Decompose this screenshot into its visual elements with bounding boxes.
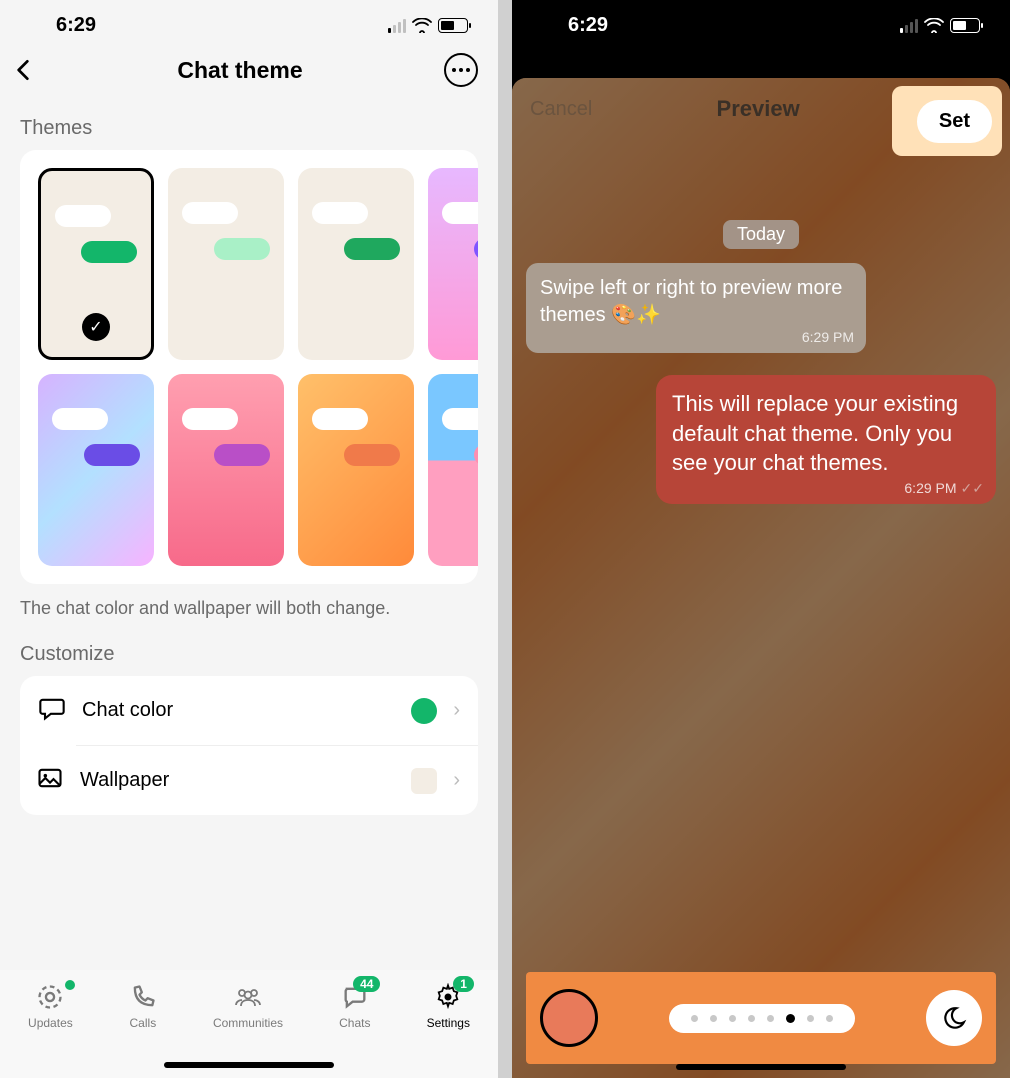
updates-icon xyxy=(36,982,64,1012)
theme-option[interactable] xyxy=(298,374,414,566)
preview-title: Preview xyxy=(717,96,800,122)
more-button[interactable] xyxy=(444,53,478,87)
chevron-right-icon: › xyxy=(453,769,460,792)
preview-sheet: Cancel Preview Set Today Swipe left or r… xyxy=(512,78,1010,1078)
read-ticks-icon: ✓✓ xyxy=(961,479,984,498)
set-button[interactable]: Set xyxy=(917,100,992,143)
calls-icon xyxy=(129,982,157,1012)
status-bar: 6:29 xyxy=(0,0,498,45)
chat-color-row[interactable]: Chat color › xyxy=(20,676,478,745)
chat-color-label: Chat color xyxy=(82,699,395,722)
chat-color-preview xyxy=(411,698,437,724)
battery-icon xyxy=(950,18,980,33)
date-divider: Today xyxy=(723,220,799,249)
check-icon: ✓ xyxy=(82,313,110,341)
signal-icon xyxy=(900,19,918,33)
dark-mode-toggle[interactable] xyxy=(926,990,982,1046)
signal-icon xyxy=(388,19,406,33)
status-bar: 6:29 xyxy=(512,0,1010,45)
battery-icon xyxy=(438,18,468,33)
page-title: Chat theme xyxy=(36,57,444,84)
tab-chats[interactable]: 44 Chats xyxy=(339,982,370,1078)
outgoing-message: This will replace your existing default … xyxy=(656,375,996,504)
tab-settings[interactable]: 1 Settings xyxy=(427,982,470,1078)
theme-option[interactable] xyxy=(168,374,284,566)
preview-controls xyxy=(526,972,996,1064)
theme-option[interactable] xyxy=(428,168,478,360)
status-time: 6:29 xyxy=(56,14,96,37)
message-text: Swipe left or right to preview more them… xyxy=(540,277,842,326)
themes-hint: The chat color and wallpaper will both c… xyxy=(0,584,498,637)
wallpaper-icon xyxy=(36,764,64,797)
theme-option[interactable] xyxy=(38,374,154,566)
tab-updates[interactable]: Updates xyxy=(28,982,73,1078)
wallpaper-row[interactable]: Wallpaper › xyxy=(76,745,478,815)
update-dot xyxy=(65,980,75,990)
chevron-right-icon: › xyxy=(453,699,460,722)
header: Chat theme xyxy=(0,45,498,101)
incoming-message: Swipe left or right to preview more them… xyxy=(526,263,866,353)
theme-pager[interactable] xyxy=(669,1004,855,1033)
home-indicator xyxy=(164,1062,334,1068)
chat-preview[interactable]: Today Swipe left or right to preview mor… xyxy=(512,140,1010,504)
communities-icon xyxy=(233,982,263,1012)
back-button[interactable] xyxy=(10,57,36,83)
home-indicator xyxy=(676,1064,846,1070)
status-indicators xyxy=(900,18,980,33)
theme-option[interactable] xyxy=(168,168,284,360)
chats-badge: 44 xyxy=(353,976,380,992)
status-indicators xyxy=(388,18,468,33)
wifi-icon xyxy=(924,18,944,33)
wifi-icon xyxy=(412,18,432,33)
message-time: 6:29 PM xyxy=(802,328,854,347)
message-time: 6:29 PM ✓✓ xyxy=(904,479,984,498)
tab-calls[interactable]: Calls xyxy=(129,982,157,1078)
themes-grid: ✓ xyxy=(20,150,478,584)
wallpaper-label: Wallpaper xyxy=(80,769,395,792)
theme-color-indicator[interactable] xyxy=(540,989,598,1047)
theme-option[interactable]: ✓ xyxy=(38,168,154,360)
settings-badge: 1 xyxy=(453,976,474,992)
theme-option[interactable] xyxy=(428,374,478,566)
wallpaper-preview xyxy=(411,768,437,794)
chat-bubble-icon xyxy=(38,694,66,727)
message-text: This will replace your existing default … xyxy=(672,391,958,475)
themes-section-label: Themes xyxy=(0,101,498,150)
chat-theme-screen: 6:29 Chat theme Themes ✓ xyxy=(0,0,498,1078)
customize-section-label: Customize xyxy=(0,637,498,676)
preview-screen: 6:29 Cancel Preview Set Today Swipe left… xyxy=(512,0,1010,1078)
theme-option[interactable] xyxy=(298,168,414,360)
status-time: 6:29 xyxy=(568,14,608,37)
customize-list: Chat color › Wallpaper › xyxy=(20,676,478,815)
cancel-button[interactable]: Cancel xyxy=(530,98,592,121)
